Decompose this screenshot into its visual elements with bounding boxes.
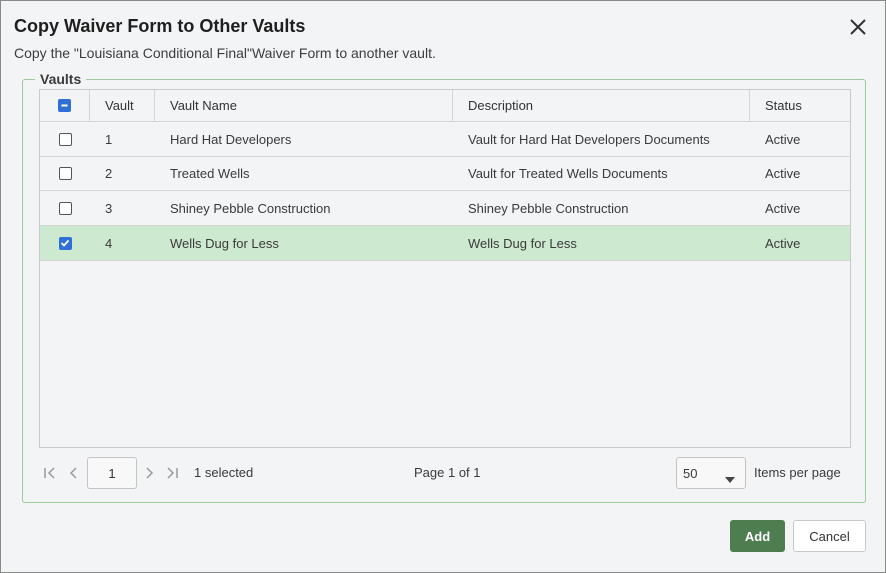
page-number-input[interactable] [87,457,137,489]
row-checkbox[interactable] [58,132,72,146]
header-select-cell [40,90,90,121]
vault-status: Active [765,200,801,216]
pager: 1 selected Page 1 of 1 50 Items per page [39,457,851,489]
vault-status: Active [765,165,801,181]
items-per-page-select[interactable]: 50 [676,457,746,489]
vault-description: Shiney Pebble Construction [468,200,629,216]
vault-number: 2 [105,165,113,181]
vault-number: 1 [105,131,113,147]
row-select-cell [40,156,90,190]
vaults-grid: Vault Vault Name Description Status 1 Ha… [39,89,851,448]
vault-description: Wells Dug for Less [468,235,577,251]
vault-status: Active [765,131,801,147]
chevron-down-icon [725,471,735,486]
first-page-icon[interactable] [43,466,57,480]
table-row[interactable]: 2 Treated Wells Vault for Treated Wells … [40,156,850,191]
vault-description: Vault for Hard Hat Developers Documents [468,131,710,147]
vaults-legend: Vaults [35,71,87,87]
add-button[interactable]: Add [730,520,785,552]
select-all-checkbox[interactable] [58,99,71,112]
column-header-description[interactable]: Description [453,90,750,121]
dialog-subtitle: Copy the "Louisiana Conditional Final"Wa… [14,45,436,61]
page-indicator: Page 1 of 1 [414,465,481,480]
vault-name: Wells Dug for Less [170,235,279,251]
next-page-icon[interactable] [142,466,156,480]
column-header-vault-name[interactable]: Vault Name [155,90,453,121]
last-page-icon[interactable] [165,466,179,480]
vault-name: Shiney Pebble Construction [170,200,331,216]
vaults-fieldset: Vaults Vault Vault Name Description Stat… [22,71,866,503]
selected-count: 1 selected [194,465,254,480]
previous-page-icon[interactable] [67,466,81,480]
row-select-cell [40,226,90,260]
vault-number: 3 [105,200,113,216]
vault-name: Treated Wells [170,165,250,181]
close-icon[interactable] [847,16,869,38]
vault-name: Hard Hat Developers [170,131,292,147]
table-row[interactable]: 3 Shiney Pebble Construction Shiney Pebb… [40,191,850,226]
vault-status: Active [765,235,801,251]
dialog-title: Copy Waiver Form to Other Vaults [14,16,306,36]
row-checkbox[interactable] [58,166,72,180]
row-select-cell [40,191,90,225]
vault-number: 4 [105,235,113,251]
column-header-status[interactable]: Status [750,90,850,121]
cancel-button[interactable]: Cancel [793,520,866,552]
row-checkbox[interactable] [58,236,72,250]
items-per-page-value: 50 [683,465,698,481]
row-select-cell [40,122,90,156]
items-per-page-label: Items per page [754,465,841,480]
copy-waiver-dialog: Copy Waiver Form to Other Vaults Copy th… [0,0,886,573]
table-row-selected[interactable]: 4 Wells Dug for Less Wells Dug for Less … [40,226,850,261]
grid-header-row: Vault Vault Name Description Status [40,90,850,122]
table-row[interactable]: 1 Hard Hat Developers Vault for Hard Hat… [40,122,850,157]
column-header-vault[interactable]: Vault [90,90,155,121]
row-checkbox[interactable] [58,201,72,215]
vault-description: Vault for Treated Wells Documents [468,165,668,181]
